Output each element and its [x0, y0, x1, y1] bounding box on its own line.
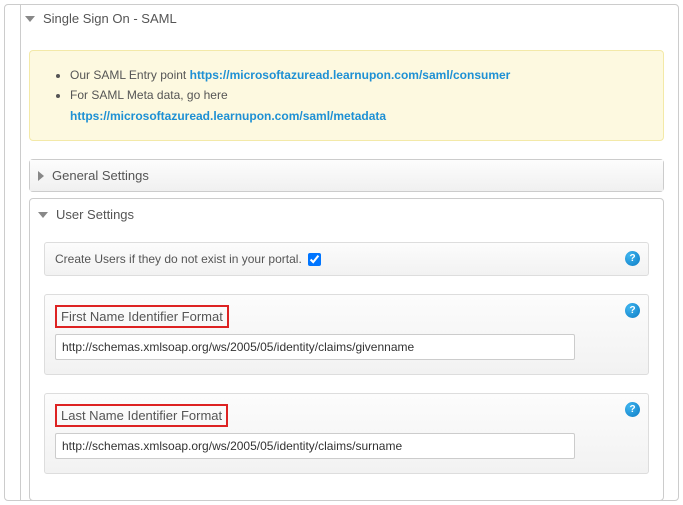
user-settings-title: User Settings: [56, 207, 134, 222]
help-icon[interactable]: ?: [625, 402, 640, 417]
help-icon[interactable]: ?: [625, 303, 640, 318]
banner-line-1: Our SAML Entry point https://microsoftaz…: [70, 65, 645, 85]
general-settings-accordion: General Settings: [29, 159, 664, 192]
sso-saml-header[interactable]: Single Sign On - SAML: [21, 5, 672, 32]
first-name-panel: First Name Identifier Format ?: [44, 294, 649, 375]
chevron-down-icon: [25, 16, 35, 22]
user-settings-header[interactable]: User Settings: [30, 199, 663, 230]
sso-saml-title: Single Sign On - SAML: [43, 11, 177, 26]
banner-line-1-text: Our SAML Entry point: [70, 68, 190, 82]
chevron-down-icon: [38, 212, 48, 218]
create-users-checkbox[interactable]: [308, 253, 321, 266]
first-name-label: First Name Identifier Format: [55, 305, 229, 328]
banner-line-2: For SAML Meta data, go here https://micr…: [70, 85, 645, 126]
info-banner: Our SAML Entry point https://microsoftaz…: [29, 50, 664, 141]
create-users-panel: Create Users if they do not exist in you…: [44, 242, 649, 276]
first-name-input[interactable]: [55, 334, 575, 360]
user-settings-body: Create Users if they do not exist in you…: [30, 230, 663, 500]
last-name-label: Last Name Identifier Format: [55, 404, 228, 427]
settings-panel: Single Sign On - SAML Our SAML Entry poi…: [4, 4, 679, 501]
last-name-input[interactable]: [55, 433, 575, 459]
general-settings-header[interactable]: General Settings: [30, 160, 663, 191]
create-users-label: Create Users if they do not exist in you…: [55, 252, 302, 266]
user-settings-accordion: User Settings Create Users if they do no…: [29, 198, 664, 501]
last-name-panel: Last Name Identifier Format ?: [44, 393, 649, 474]
saml-metadata-link[interactable]: https://microsoftazuread.learnupon.com/s…: [70, 109, 386, 123]
left-rail: [5, 5, 21, 501]
chevron-right-icon: [38, 171, 44, 181]
general-settings-title: General Settings: [52, 168, 149, 183]
saml-entry-link[interactable]: https://microsoftazuread.learnupon.com/s…: [190, 68, 511, 82]
banner-line-2-text: For SAML Meta data, go here: [70, 88, 228, 102]
